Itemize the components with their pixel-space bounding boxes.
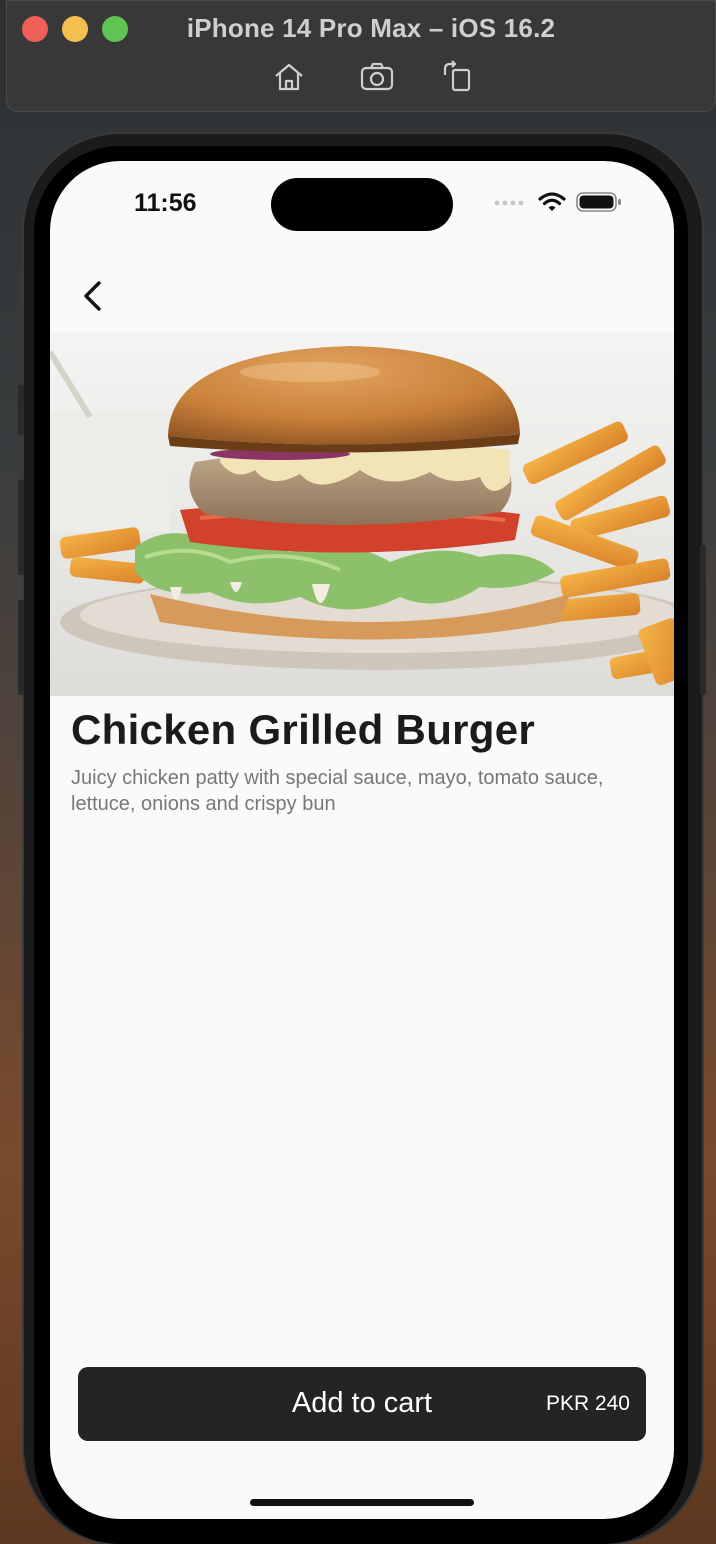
price-label: PKR 240 bbox=[545, 1392, 630, 1415]
status-icons bbox=[494, 191, 622, 213]
mute-switch bbox=[18, 385, 24, 435]
product-image bbox=[50, 332, 674, 696]
add-to-cart-button[interactable]: Add to cart PKR 240 bbox=[78, 1367, 646, 1441]
home-indicator[interactable] bbox=[250, 1499, 474, 1506]
back-button[interactable] bbox=[76, 279, 110, 313]
simulator-titlebar: iPhone 14 Pro Max – iOS 16.2 bbox=[6, 0, 716, 112]
dynamic-island bbox=[271, 178, 453, 231]
chevron-left-icon bbox=[84, 281, 101, 311]
app-screen: 11:56 Chicken Grilled Burger Juicy chick… bbox=[50, 161, 674, 1519]
volume-up-button bbox=[18, 480, 24, 575]
battery-icon bbox=[576, 192, 621, 212]
simulator-title: iPhone 14 Pro Max – iOS 16.2 bbox=[186, 13, 556, 43]
status-time: 11:56 bbox=[134, 189, 197, 217]
product-description: Juicy chicken patty with special sauce, … bbox=[71, 767, 604, 815]
screenshot-icon[interactable] bbox=[359, 59, 395, 95]
volume-down-button bbox=[18, 600, 24, 695]
signal-icon bbox=[494, 200, 524, 206]
power-button bbox=[700, 545, 706, 695]
product-title: Chicken Grilled Burger bbox=[71, 706, 536, 753]
wifi-icon bbox=[538, 192, 566, 211]
home-icon[interactable] bbox=[271, 59, 307, 95]
rotate-icon[interactable] bbox=[439, 59, 475, 95]
